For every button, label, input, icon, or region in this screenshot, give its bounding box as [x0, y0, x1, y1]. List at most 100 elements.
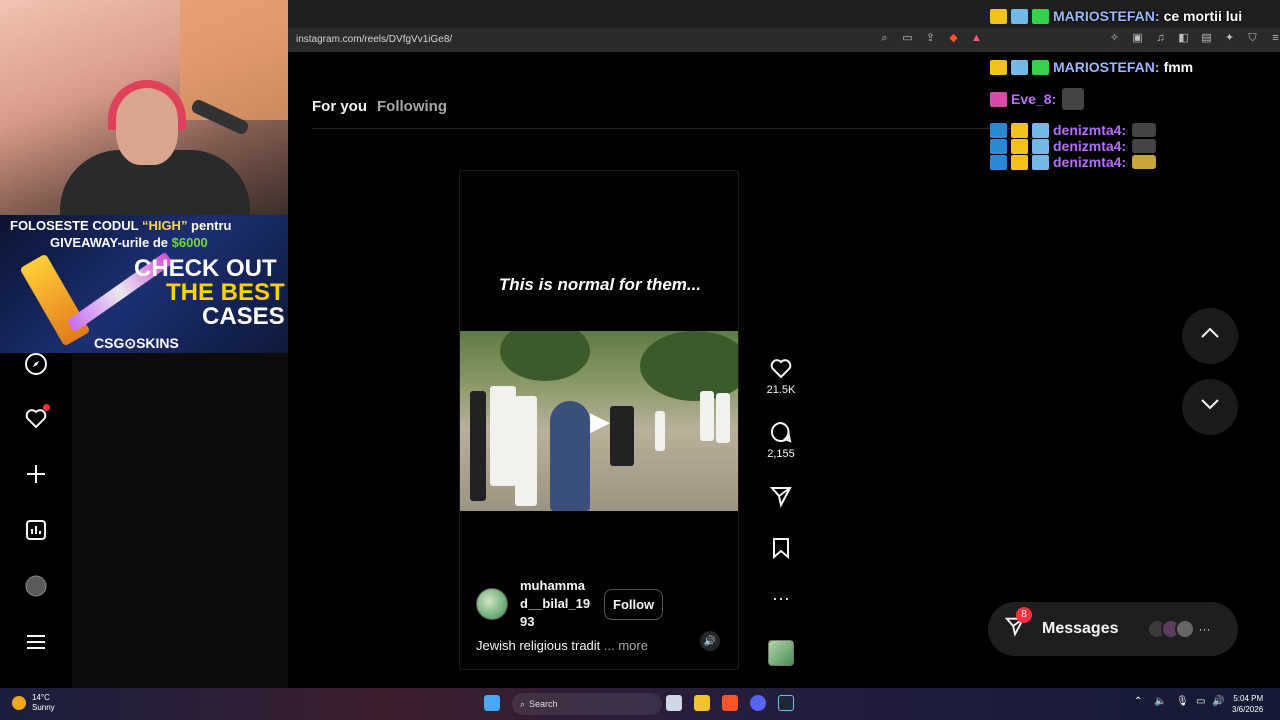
notifications-heart-icon[interactable]	[24, 404, 50, 430]
mute-toggle-icon[interactable]: 🔊	[700, 631, 720, 651]
brave-shield-icon[interactable]: ◆	[947, 32, 960, 45]
sponsor-code: “HIGH”	[141, 218, 188, 233]
browser-toolbar-icons: ✧ ▣ ♫ ◧ ▤ ✦ ⛉ ≡	[1108, 32, 1280, 45]
insights-icon[interactable]	[24, 518, 48, 542]
messages-button[interactable]: 8 Messages ···	[988, 602, 1238, 656]
more-dots-icon: ···	[1198, 622, 1211, 636]
reel-description: Jewish religious tradit ... more	[476, 638, 648, 653]
chat-username: denizmta4:	[1053, 154, 1127, 170]
taskbar-search-label: Search	[529, 699, 558, 709]
avatar	[1174, 619, 1195, 639]
video-person	[490, 386, 516, 486]
robot-badge-icon	[1032, 154, 1049, 170]
chat-text: ce mortii lui	[1163, 8, 1243, 24]
more-options-action[interactable]: ···	[766, 588, 796, 614]
video-tree	[640, 331, 738, 401]
hammer-badge-icon	[990, 122, 1007, 138]
like-heart-icon[interactable]	[766, 356, 796, 382]
cast-icon[interactable]: ▭	[901, 32, 914, 45]
chat-emote	[1132, 139, 1157, 153]
zoom-icon[interactable]: ⌕	[878, 32, 891, 45]
sponsor-code-suffix: pentru	[187, 218, 232, 233]
music-icon[interactable]: ♫	[1154, 32, 1167, 45]
extensions-icon[interactable]: ✧	[1108, 32, 1121, 45]
tab-following[interactable]: Following	[377, 98, 447, 115]
tabs-divider	[312, 128, 1016, 129]
file-explorer-icon[interactable]	[694, 695, 710, 711]
like-action[interactable]: 21.5K	[766, 356, 796, 396]
screenshot-icon[interactable]: ▣	[1131, 32, 1144, 45]
chat-username: MARIOSTEFAN:	[1053, 8, 1160, 24]
author-avatar[interactable]	[476, 588, 508, 620]
chevron-up-icon	[1199, 322, 1221, 350]
brave-browser-icon[interactable]	[722, 695, 738, 711]
sidebar-toggle-icon[interactable]: ◧	[1177, 32, 1190, 45]
weather-desc: Sunny	[32, 703, 55, 712]
sponsor-giveaway-amount: $6000	[171, 235, 208, 250]
pink-badge-icon	[990, 91, 1007, 107]
share-paper-plane-icon[interactable]	[766, 484, 796, 510]
task-view-icon[interactable]	[666, 695, 682, 711]
vpn-icon[interactable]: ⛉	[1246, 32, 1259, 45]
video-person	[655, 411, 665, 451]
next-reel-button[interactable]	[1182, 379, 1238, 435]
messenger-icon: 8	[1004, 607, 1032, 643]
save-action[interactable]	[766, 536, 796, 562]
leo-icon[interactable]: ✦	[1223, 32, 1236, 45]
play-icon[interactable]: ▶	[585, 406, 615, 436]
weather-widget[interactable]: 14°C Sunny	[12, 693, 55, 713]
tray-volume-icon[interactable]: 🔊	[1212, 696, 1224, 707]
weather-text: 14°C Sunny	[32, 693, 55, 713]
profile-avatar-icon[interactable]	[24, 574, 48, 598]
tray-microphone-icon[interactable]: 🎙	[1176, 696, 1189, 707]
gift-badge-icon	[1032, 59, 1049, 75]
menu-icon[interactable]: ≡	[1269, 32, 1280, 45]
discord-icon[interactable]	[750, 695, 766, 711]
wallet-icon[interactable]: ▤	[1200, 32, 1213, 45]
more-link[interactable]: ... more	[604, 638, 648, 653]
explore-icon[interactable]	[24, 352, 48, 376]
comment-action[interactable]: 2,155	[766, 420, 796, 460]
share-action[interactable]	[766, 484, 796, 510]
url-text[interactable]: instagram.com/reels/DVfgVv1iGe8/	[296, 34, 452, 45]
comment-count: 2,155	[767, 448, 795, 460]
video-person	[470, 391, 486, 501]
video-person	[550, 401, 590, 511]
reel-card[interactable]: This is normal for them... ▶ muhammad__b…	[459, 170, 739, 670]
share-icon[interactable]: ⇪	[924, 32, 937, 45]
feed-tabs: For you Following	[312, 98, 447, 115]
previous-reel-button[interactable]	[1182, 308, 1238, 364]
robot-badge-icon	[1032, 138, 1049, 154]
sponsor-giveaway-text: GIVEAWAY-urile de	[50, 235, 172, 250]
video-person	[716, 393, 730, 443]
chat-message: denizmta4:	[990, 154, 1157, 170]
steam-icon[interactable]	[778, 695, 794, 711]
taskbar-clock[interactable]: 5:04 PM 3/6/2026	[1232, 693, 1263, 715]
chat-emote	[1132, 155, 1157, 169]
more-menu-icon[interactable]	[24, 630, 48, 654]
reel-video[interactable]: ▶	[460, 331, 738, 511]
tab-for-you[interactable]: For you	[312, 98, 367, 115]
chat-message: MARIOSTEFAN: fmm	[990, 59, 1193, 75]
video-person	[700, 391, 714, 441]
messages-avatars	[1146, 619, 1195, 639]
robot-badge-icon	[1011, 59, 1028, 75]
tray-chevron-icon[interactable]: ⌃	[1134, 696, 1142, 707]
comment-bubble-icon[interactable]	[766, 420, 796, 446]
chat-message: denizmta4:	[990, 138, 1157, 154]
brave-rewards-icon[interactable]: ▲	[970, 32, 983, 45]
taskbar-search[interactable]: ⌕ Search	[512, 693, 662, 715]
original-audio-thumbnail[interactable]	[768, 640, 794, 666]
follow-button[interactable]: Follow	[604, 588, 664, 620]
sponsor-brand: CSG⊙SKINS	[94, 335, 179, 351]
gift-badge-icon	[1032, 8, 1049, 24]
bookmark-icon[interactable]	[766, 536, 796, 562]
more-dots-icon[interactable]: ···	[766, 588, 796, 614]
author-username[interactable]: muhammad__bilal_1993	[520, 577, 592, 631]
windows-start-icon[interactable]	[484, 695, 500, 711]
tray-network-icon[interactable]: ▭	[1196, 696, 1205, 707]
crown-badge-icon	[1011, 154, 1028, 170]
tray-speaker-icon[interactable]: 🔈	[1154, 696, 1166, 707]
chat-username: MARIOSTEFAN:	[1053, 59, 1160, 75]
create-plus-icon[interactable]	[24, 462, 48, 486]
